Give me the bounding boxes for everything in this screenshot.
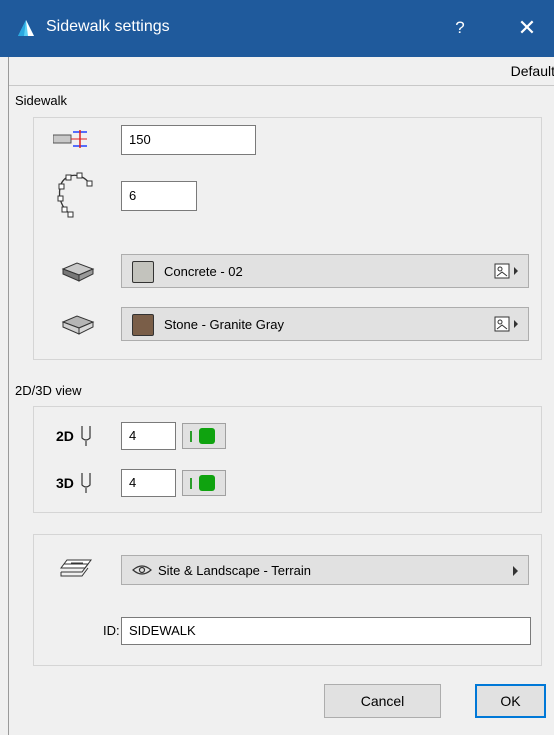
pen-icon	[81, 426, 91, 446]
sidewalk-panel: 150 6 Concrete - 02 Stone - Granite Gray	[33, 117, 542, 360]
curve-segments-input[interactable]: 6	[121, 181, 197, 211]
pen-icon	[81, 473, 91, 493]
eye-icon	[132, 565, 152, 575]
layer-label: Site & Landscape - Terrain	[158, 563, 311, 578]
sidewalk-width-input[interactable]: 150	[121, 125, 256, 155]
divider	[9, 85, 554, 86]
sidewalk-width-icon	[53, 130, 87, 148]
title-bar: Sidewalk settings ? ✕	[0, 0, 554, 57]
sidewalk-section-title: Sidewalk	[15, 93, 68, 108]
favorites-default-label[interactable]: Default	[511, 63, 554, 79]
view-section-title: 2D/3D view	[15, 383, 82, 398]
layer-dropdown[interactable]: Site & Landscape - Terrain	[121, 555, 529, 585]
layer-icon	[60, 559, 92, 577]
side-surface-dropdown[interactable]: Stone - Granite Gray	[121, 307, 529, 341]
side-surface-label: Stone - Granite Gray	[164, 317, 284, 332]
pen-2d-color-button[interactable]	[182, 423, 226, 449]
side-surface-icon	[61, 315, 95, 335]
layer-panel: Site & Landscape - Terrain ID: SIDEWALK	[33, 534, 542, 666]
view-panel: 2D 4 3D 4	[33, 406, 542, 513]
pen-2d-prefix: 2D	[56, 428, 74, 444]
top-surface-icon	[61, 262, 95, 282]
surface-catalog-icon	[494, 316, 518, 332]
side-surface-swatch	[132, 314, 154, 336]
top-surface-dropdown[interactable]: Concrete - 02	[121, 254, 529, 288]
pen-3d-input[interactable]: 4	[121, 469, 176, 497]
surface-catalog-icon	[494, 263, 518, 279]
pen-2d-input[interactable]: 4	[121, 422, 176, 450]
id-input[interactable]: SIDEWALK	[121, 617, 531, 645]
top-surface-swatch	[132, 261, 154, 283]
chevron-right-icon	[513, 566, 518, 576]
window-title: Sidewalk settings	[46, 18, 170, 35]
top-surface-label: Concrete - 02	[164, 264, 243, 279]
close-button[interactable]: ✕	[512, 14, 542, 42]
curve-segments-icon	[57, 172, 93, 218]
help-button[interactable]: ?	[448, 14, 472, 42]
dialog-body: Default Sidewalk 150 6 Concrete - 02 Sto…	[8, 57, 554, 735]
cancel-button[interactable]: Cancel	[324, 684, 441, 718]
pen-3d-color-button[interactable]	[182, 470, 226, 496]
archicad-app-icon	[18, 20, 34, 36]
ok-button[interactable]: OK	[475, 684, 546, 718]
id-label: ID:	[103, 623, 120, 638]
pen-3d-prefix: 3D	[56, 475, 74, 491]
